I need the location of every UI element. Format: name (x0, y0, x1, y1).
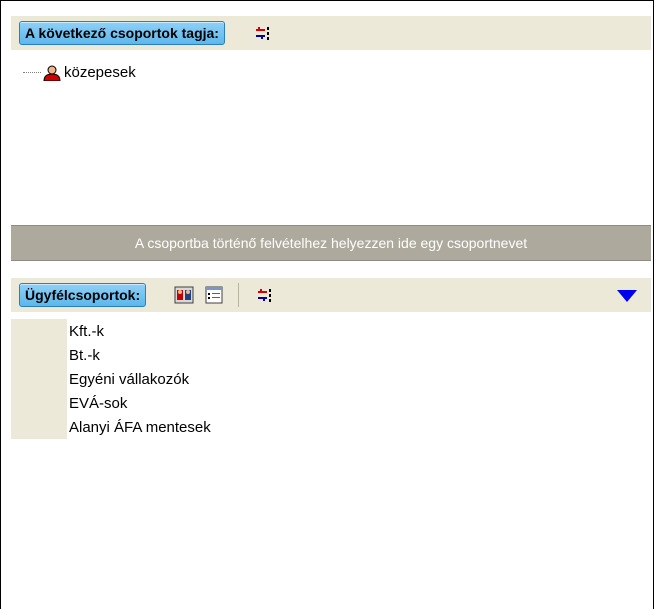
member-toolbar: A következő csoportok tagja: (11, 16, 651, 50)
row-gutter (11, 367, 67, 391)
expand-down-icon[interactable] (617, 290, 637, 302)
sort-icon[interactable] (253, 283, 277, 307)
list-item-label: Egyéni vállakozók (69, 370, 190, 388)
member-group-item[interactable]: közepesek (23, 64, 136, 81)
client-groups-header[interactable]: Ügyfélcsoportok: (19, 283, 147, 307)
client-group-list: Kft.-k Bt.-k Egyéni vállakozók EVÁ-sok A… (11, 319, 246, 439)
list-item-label: Bt.-k (69, 346, 100, 364)
user-icon (43, 65, 61, 81)
list-view-icon[interactable] (202, 283, 226, 307)
drop-zone-hint[interactable]: A csoportba történő felvételhez helyezze… (11, 225, 651, 261)
list-item[interactable]: Alanyi ÁFA mentesek (11, 415, 246, 439)
list-item[interactable]: Kft.-k (11, 319, 246, 343)
list-item[interactable]: EVÁ-sok (11, 391, 246, 415)
list-item[interactable]: Bt.-k (11, 343, 246, 367)
client-groups-toolbar: Ügyfélcsoportok: (11, 278, 651, 312)
list-item[interactable]: Egyéni vállakozók (11, 367, 246, 391)
group-card-icon[interactable] (172, 283, 196, 307)
list-item-label: EVÁ-sok (69, 394, 128, 412)
row-gutter (11, 343, 67, 367)
row-gutter (11, 415, 67, 439)
list-item-label: Kft.-k (69, 322, 105, 340)
toolbar-separator (238, 283, 240, 307)
member-group-label: közepesek (64, 64, 136, 81)
row-gutter (11, 319, 67, 343)
member-groups-header[interactable]: A következő csoportok tagja: (19, 21, 225, 45)
list-item-label: Alanyi ÁFA mentesek (69, 418, 211, 436)
groups-panel: A következő csoportok tagja: közepesek A… (0, 0, 654, 609)
tree-connector (23, 72, 41, 73)
drop-hint-text: A csoportba történő felvételhez helyezze… (134, 235, 528, 251)
row-gutter (11, 391, 67, 415)
sort-icon[interactable] (251, 21, 275, 45)
